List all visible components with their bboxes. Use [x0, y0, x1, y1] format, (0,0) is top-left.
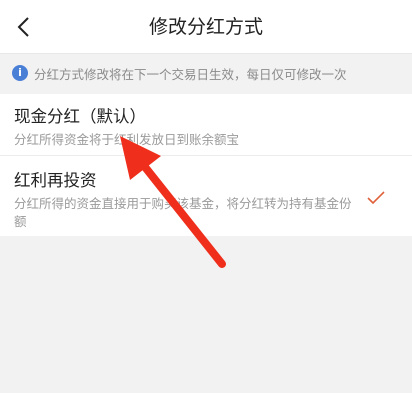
- notice-bar: i 分红方式修改将在下一个交易日生效，每日仅可修改一次: [0, 54, 412, 92]
- page-title: 修改分红方式: [148, 16, 263, 38]
- checkmark-icon: [367, 191, 385, 205]
- notice-text: 分红方式修改将在下一个交易日生效，每日仅可修改一次: [34, 66, 347, 82]
- info-icon: i: [12, 65, 28, 81]
- option-dividend-reinvestment[interactable]: 红利再投资 分红所得的资金直接用于购买该基金，将分红转为持有基金份额: [0, 156, 412, 236]
- top-bar: 修改分红方式: [0, 0, 412, 54]
- option-description: 分红所得的资金直接用于购买该基金，将分红转为持有基金份额: [14, 196, 352, 229]
- option-title: 现金分红（默认）: [14, 107, 146, 126]
- option-title: 红利再投资: [14, 171, 97, 190]
- option-cash-dividend[interactable]: 现金分红（默认） 分红所得资金将于红利发放日到账余额宝: [0, 94, 412, 156]
- dividend-options-list: 现金分红（默认） 分红所得资金将于红利发放日到账余额宝 红利再投资 分红所得的资…: [0, 94, 412, 236]
- option-description: 分红所得资金将于红利发放日到账余额宝: [14, 132, 240, 147]
